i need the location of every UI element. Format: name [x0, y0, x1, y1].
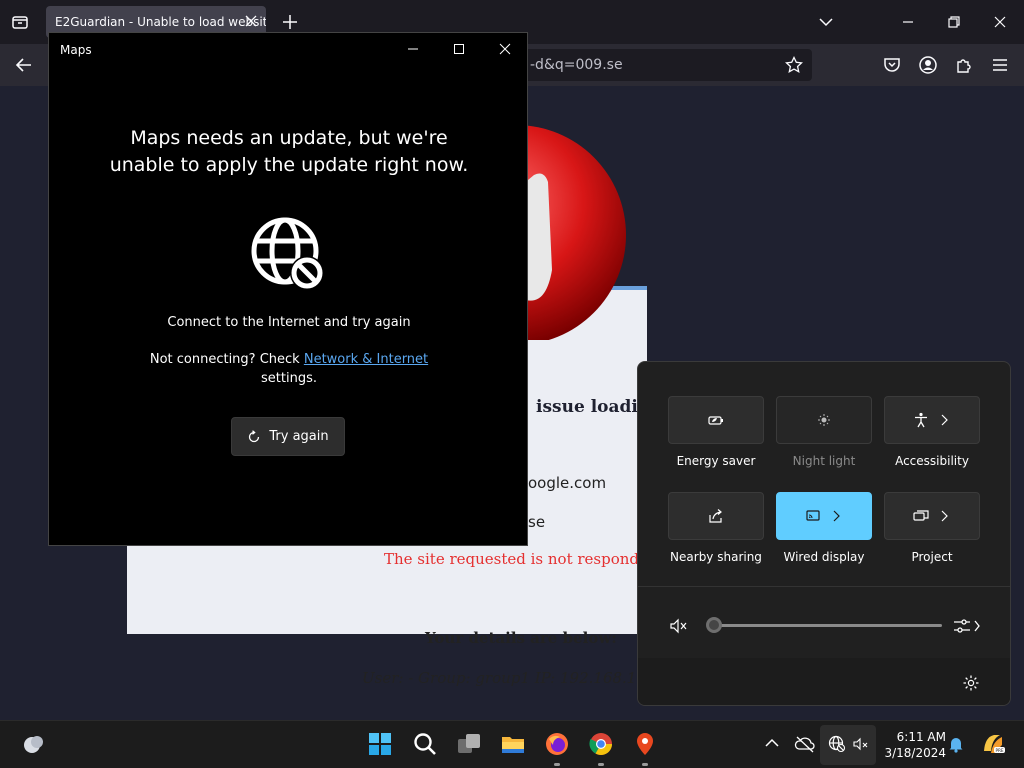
volume-muted-icon[interactable] [668, 616, 688, 636]
try-again-button[interactable]: Try again [231, 417, 345, 456]
nearby-sharing-toggle[interactable] [668, 492, 764, 540]
details-heading: Your details are below: [425, 629, 617, 647]
close-window-icon[interactable] [990, 12, 1010, 32]
nearby-sharing-label: Nearby sharing [670, 550, 762, 564]
tab-title: E2Guardian - Unable to load website [55, 15, 266, 29]
maps-window-title: Maps [60, 43, 92, 57]
help-prefix: Not connecting? Check [149, 352, 304, 367]
chrome-running-indicator [598, 763, 604, 766]
maps-help-text: Not connecting? Check Network & Internet… [109, 350, 469, 388]
wired-display-toggle[interactable] [776, 492, 872, 540]
task-view-icon[interactable] [456, 731, 482, 757]
start-icon[interactable] [367, 731, 393, 757]
energy-saver-label: Energy saver [676, 454, 756, 468]
site-error-message: The site requested is not respondin [384, 550, 654, 568]
chevron-right-icon [941, 510, 948, 522]
new-tab-icon[interactable] [280, 12, 300, 32]
system-clock[interactable]: 6:11 AM 3/18/2024 [880, 729, 946, 761]
help-suffix: settings. [261, 371, 317, 386]
tab-list-button[interactable] [8, 10, 32, 34]
volume-track [714, 624, 942, 627]
maps-error-heading: Maps needs an update, but we're unable t… [89, 125, 489, 179]
project-toggle[interactable] [884, 492, 980, 540]
user-details: User: - Group: group1 IP: 192.168.1 [362, 669, 637, 687]
globe-no-internet-icon [828, 735, 846, 753]
extensions-icon[interactable] [953, 54, 975, 76]
energy-saver-toggle[interactable] [668, 396, 764, 444]
hamburger-menu-icon[interactable] [989, 54, 1011, 76]
category-text: se [528, 513, 546, 531]
firefox-icon[interactable] [544, 731, 570, 757]
chevron-right-icon [833, 510, 840, 522]
clock-date: 3/18/2024 [884, 746, 946, 760]
maps-window: Maps Maps needs an update, but we're una… [48, 32, 528, 546]
blocked-site-name: oogle.com [528, 474, 607, 492]
volume-thumb[interactable] [706, 617, 722, 633]
url-text: -d&q=009.se [530, 57, 623, 73]
maps-running-indicator [642, 763, 648, 766]
file-explorer-icon[interactable] [500, 731, 526, 757]
heading-line-2: unable to apply the update right now. [109, 154, 469, 176]
brightness-icon [818, 414, 830, 426]
share-icon [709, 509, 722, 523]
cast-icon [806, 510, 820, 521]
minimize-icon[interactable] [898, 12, 918, 32]
volume-slider[interactable] [706, 615, 946, 635]
refresh-icon [249, 429, 260, 442]
svg-text:PRE: PRE [995, 748, 1003, 753]
restore-icon[interactable] [944, 12, 964, 32]
account-icon[interactable] [917, 54, 939, 76]
night-light-label: Night light [792, 454, 856, 468]
maps-connect-message: Connect to the Internet and try again [167, 315, 411, 330]
firefox-running-indicator [554, 763, 560, 766]
pocket-icon[interactable] [881, 54, 903, 76]
maximize-icon[interactable] [451, 41, 467, 57]
volume-muted-icon [853, 737, 868, 751]
address-bar[interactable]: -d&q=009.se [520, 49, 812, 81]
chevron-up-icon[interactable] [762, 733, 782, 753]
clock-time: 6:11 AM [896, 730, 946, 744]
chevron-right-icon [941, 414, 948, 426]
gear-icon[interactable] [962, 674, 980, 692]
accessibility-label: Accessibility [895, 454, 969, 468]
search-icon[interactable] [412, 731, 438, 757]
copilot-icon[interactable]: PRE [980, 731, 1006, 757]
weather-icon[interactable] [20, 731, 46, 757]
battery-leaf-icon [708, 416, 723, 425]
project-icon [913, 510, 929, 521]
close-icon[interactable] [497, 41, 513, 57]
onedrive-offline-icon[interactable] [794, 734, 816, 754]
tab-list-icon [12, 16, 28, 29]
back-arrow-icon[interactable] [12, 53, 36, 77]
minimize-icon[interactable] [405, 41, 421, 57]
quick-settings-panel: Energy saver Night light Accessibility N… [637, 361, 1011, 706]
network-volume-tray[interactable] [820, 725, 876, 765]
wired-display-label: Wired display [783, 550, 865, 564]
chevron-down-icon[interactable] [816, 12, 836, 32]
close-tab-icon[interactable] [244, 14, 258, 28]
accessibility-toggle[interactable] [884, 396, 980, 444]
taskbar: 6:11 AM 3/18/2024 PRE [0, 720, 1024, 768]
heading-line-1: Maps needs an update, but we're [130, 127, 448, 149]
quick-settings-footer [638, 658, 1010, 705]
notification-bell-icon[interactable] [946, 734, 966, 754]
divider [638, 586, 1010, 587]
chrome-icon[interactable] [588, 731, 614, 757]
try-again-label: Try again [269, 429, 329, 444]
audio-output-icon[interactable] [952, 615, 982, 637]
network-internet-link[interactable]: Network & Internet [304, 352, 428, 367]
maps-icon[interactable] [632, 731, 658, 757]
project-label: Project [911, 550, 953, 564]
issue-title: issue loadin [536, 397, 651, 417]
globe-blocked-icon [251, 217, 324, 290]
bookmark-star-icon[interactable] [784, 55, 804, 75]
night-light-toggle [776, 396, 872, 444]
accessibility-icon [915, 412, 927, 428]
